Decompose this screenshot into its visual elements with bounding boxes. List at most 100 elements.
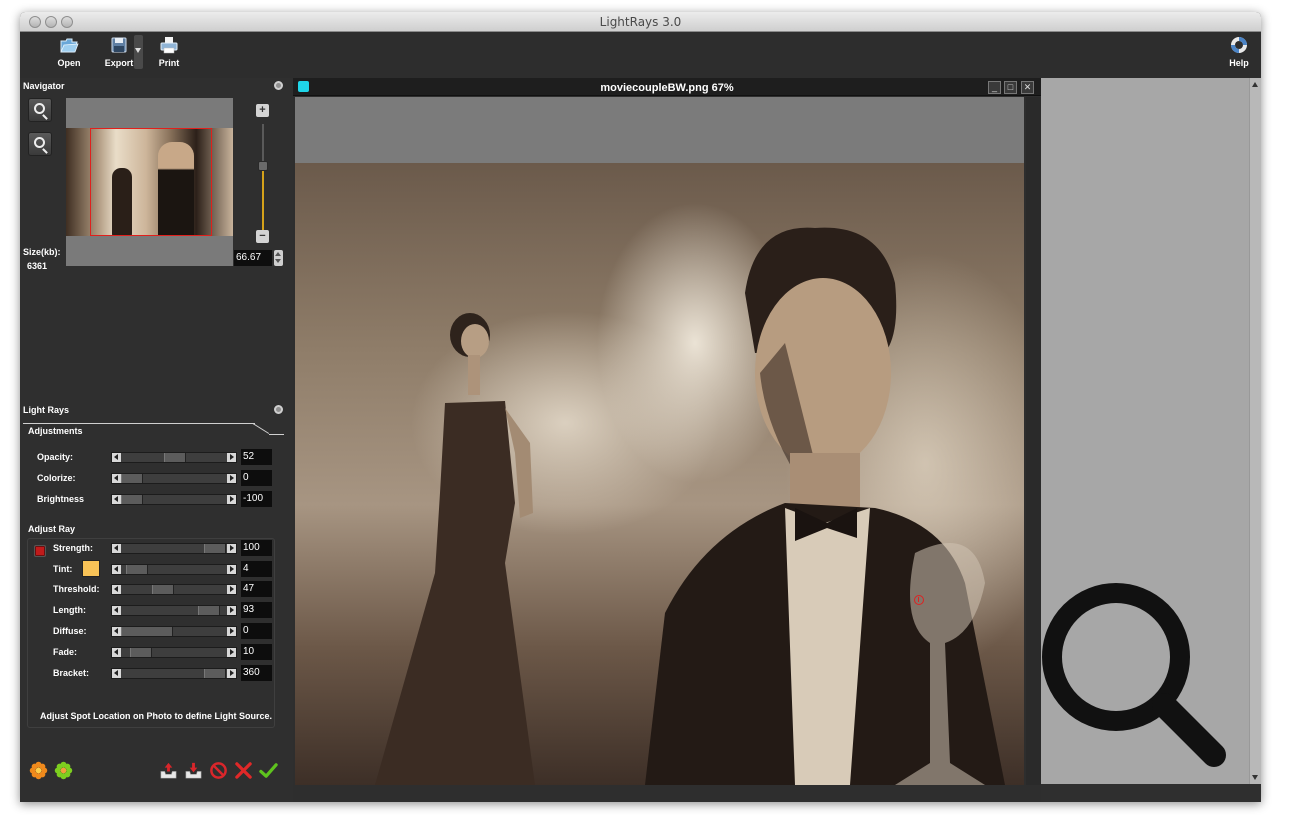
tab-underline [23,423,255,424]
slider-right-arrow[interactable] [227,669,236,678]
scroll-up-arrow[interactable] [1252,82,1258,87]
diffuse-value[interactable]: 0 [241,623,272,639]
brightness-slider[interactable] [111,494,237,505]
diffuse-slider[interactable] [111,626,237,637]
length-thumb[interactable] [198,606,220,615]
inbox-upload-icon[interactable] [159,761,178,780]
green-check-icon[interactable] [259,761,278,780]
length-row: Length: 93 [20,602,288,618]
light-rays-options-button[interactable] [274,405,283,414]
help-label: Help [1229,58,1249,68]
image-minimize-button[interactable]: _ [988,81,1001,94]
slider-right-arrow[interactable] [227,606,236,615]
slider-left-arrow[interactable] [112,585,121,594]
slider-left-arrow[interactable] [112,606,121,615]
open-button[interactable]: Open [49,34,89,76]
tint-thumb[interactable] [126,565,148,574]
canvas-margin [295,97,1024,163]
fade-slider[interactable] [111,647,237,658]
export-button[interactable]: Export [99,34,139,76]
colorize-slider[interactable] [111,473,237,484]
slider-right-arrow[interactable] [227,648,236,657]
tint-value[interactable]: 4 [241,561,272,577]
fade-value[interactable]: 10 [241,644,272,660]
slider-left-arrow[interactable] [112,474,121,483]
zoom-decrease-button[interactable]: − [256,230,269,243]
no-entry-icon[interactable] [209,761,228,780]
navigator-preview[interactable] [66,98,233,266]
colorize-value[interactable]: 0 [241,470,272,486]
slider-right-arrow[interactable] [227,495,236,504]
tint-slider[interactable] [111,564,237,575]
strength-thumb[interactable] [204,544,226,553]
slider-right-arrow[interactable] [227,585,236,594]
resize-grip[interactable] [1249,784,1261,802]
slider-right-arrow[interactable] [227,544,236,553]
bracket-slider[interactable] [111,668,237,679]
photo-canvas[interactable] [295,163,1024,785]
length-value[interactable]: 93 [241,602,272,618]
brightness-value[interactable]: -100 [241,491,272,507]
orange-flower-icon[interactable] [29,761,48,780]
zoom-value-field[interactable]: 66.67 [234,250,272,266]
slider-left-arrow[interactable] [112,544,121,553]
slider-right-arrow[interactable] [227,565,236,574]
image-window-title: moviecoupleBW.png 67% [600,82,734,94]
threshold-value[interactable]: 47 [241,581,272,597]
opacity-value[interactable]: 52 [241,449,272,465]
image-maximize-button[interactable]: □ [1004,81,1017,94]
opacity-label: Opacity: [37,452,74,462]
light-source-spot-marker[interactable] [914,595,924,605]
open-label: Open [57,58,81,68]
tab-adjustments[interactable]: Adjustments [28,426,83,436]
navigator-viewport-frame[interactable] [90,128,212,236]
zoom-in-button[interactable] [28,98,52,122]
print-button[interactable]: Print [149,34,189,76]
colorize-thumb[interactable] [121,474,143,483]
strength-label: Strength: [53,543,93,553]
diffuse-thumb[interactable] [121,627,173,636]
threshold-label: Threshold: [53,584,100,594]
image-window-titlebar[interactable]: moviecoupleBW.png 67% _ □ ✕ [293,78,1041,96]
zoom-out-button[interactable] [28,132,52,156]
slider-right-arrow[interactable] [227,453,236,462]
strength-slider[interactable] [111,543,237,554]
tint-label: Tint: [53,564,73,574]
green-flower-icon[interactable] [54,761,73,780]
slider-right-arrow[interactable] [227,627,236,636]
export-dropdown-arrow[interactable] [134,35,143,69]
zoom-out-icon [34,137,45,148]
slider-left-arrow[interactable] [112,495,121,504]
opacity-slider[interactable] [111,452,237,463]
navigator-options-button[interactable] [274,81,283,90]
bracket-value[interactable]: 360 [241,665,272,681]
scroll-down-arrow[interactable] [1252,775,1258,780]
tab-underline-right [269,434,284,435]
zoom-slider-knob[interactable] [258,161,268,171]
help-button[interactable]: Help [1219,34,1259,76]
opacity-thumb[interactable] [164,453,186,462]
threshold-slider[interactable] [111,584,237,595]
window-title: LightRays 3.0 [599,15,682,29]
slider-left-arrow[interactable] [112,627,121,636]
slider-left-arrow[interactable] [112,453,121,462]
slider-right-arrow[interactable] [227,474,236,483]
navigator-title: Navigator [23,81,65,91]
image-close-button[interactable]: ✕ [1021,81,1034,94]
strength-value[interactable]: 100 [241,540,272,556]
slider-left-arrow[interactable] [112,669,121,678]
zoom-increase-button[interactable]: + [256,104,269,117]
inbox-download-icon[interactable] [184,761,203,780]
brightness-thumb[interactable] [121,495,143,504]
bracket-thumb[interactable] [204,669,226,678]
zoom-value-stepper[interactable] [274,250,283,266]
image-horizontal-scrollbar[interactable] [295,785,1024,802]
fade-thumb[interactable] [130,648,152,657]
red-x-icon[interactable] [234,761,253,780]
length-slider[interactable] [111,605,237,616]
slider-left-arrow[interactable] [112,648,121,657]
threshold-thumb[interactable] [152,585,174,594]
workspace-vertical-scrollbar[interactable] [1249,78,1261,784]
slider-left-arrow[interactable] [112,565,121,574]
diffuse-row: Diffuse: 0 [20,623,288,639]
